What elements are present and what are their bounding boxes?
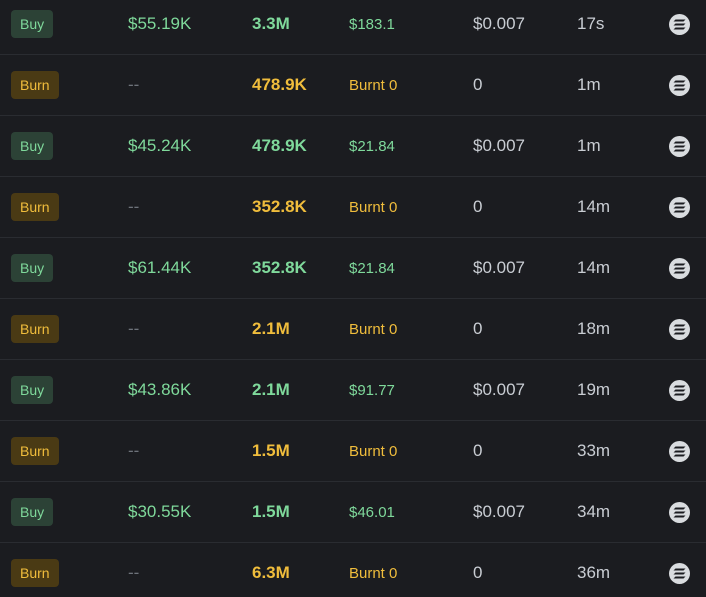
table-row[interactable]: Buy $45.24K 478.9K $21.84 $0.007 1m	[0, 116, 706, 177]
age: 1m	[577, 136, 601, 155]
trade-type-badge: Buy	[11, 10, 54, 38]
sol-value: $46.01	[349, 503, 395, 521]
trade-type-badge: Burn	[11, 71, 59, 99]
age: 14m	[577, 197, 611, 216]
table-row[interactable]: Burn -- 1.5M Burnt 0 0 33m	[0, 421, 706, 482]
trades-table: Buy $55.19K 3.3M $183.1 $0.007 17s Burn …	[0, 0, 706, 597]
sol-value: Burnt 0	[349, 320, 398, 338]
usd-value: $61.44K	[128, 258, 192, 277]
sol-value: $21.84	[349, 137, 395, 155]
solana-icon[interactable]	[669, 318, 690, 340]
table-row[interactable]: Buy $43.86K 2.1M $91.77 $0.007 19m	[0, 360, 706, 421]
age: 1m	[577, 75, 601, 94]
age: 36m	[577, 563, 611, 582]
usd-value: $30.55K	[128, 502, 192, 521]
sol-value: $21.84	[349, 259, 395, 277]
usd-value: --	[128, 319, 140, 338]
trade-type-badge: Burn	[11, 559, 59, 587]
token-amount: 1.5M	[252, 502, 290, 521]
trade-type-badge: Burn	[11, 437, 59, 465]
table-row[interactable]: Buy $30.55K 1.5M $46.01 $0.007 34m	[0, 482, 706, 543]
token-amount: 1.5M	[252, 441, 290, 460]
solana-icon[interactable]	[669, 135, 690, 157]
table-row[interactable]: Buy $55.19K 3.3M $183.1 $0.007 17s	[0, 0, 706, 55]
token-amount: 352.8K	[252, 258, 307, 277]
sol-value: Burnt 0	[349, 198, 398, 216]
price: $0.007	[473, 258, 525, 277]
age: 19m	[577, 380, 611, 399]
token-amount: 352.8K	[252, 197, 307, 216]
trade-type-badge: Burn	[11, 193, 59, 221]
age: 18m	[577, 319, 611, 338]
sol-value: Burnt 0	[349, 564, 398, 582]
solana-icon[interactable]	[669, 440, 690, 462]
token-amount: 2.1M	[252, 380, 290, 399]
table-row[interactable]: Burn -- 478.9K Burnt 0 0 1m	[0, 55, 706, 116]
solana-icon[interactable]	[669, 501, 690, 523]
solana-icon[interactable]	[669, 257, 690, 279]
token-amount: 478.9K	[252, 136, 307, 155]
age: 34m	[577, 502, 611, 521]
usd-value: --	[128, 197, 140, 216]
sol-value: $91.77	[349, 381, 395, 399]
trade-type-badge: Buy	[11, 132, 54, 160]
table-row[interactable]: Burn -- 6.3M Burnt 0 0 36m	[0, 543, 706, 597]
table-row[interactable]: Buy $61.44K 352.8K $21.84 $0.007 14m	[0, 238, 706, 299]
usd-value: $45.24K	[128, 136, 192, 155]
price: $0.007	[473, 380, 525, 399]
usd-value: --	[128, 75, 140, 94]
price: 0	[473, 441, 483, 460]
age: 17s	[577, 14, 605, 33]
trade-type-badge: Burn	[11, 315, 59, 343]
table-row[interactable]: Burn -- 352.8K Burnt 0 0 14m	[0, 177, 706, 238]
solana-icon[interactable]	[669, 196, 690, 218]
table-row[interactable]: Burn -- 2.1M Burnt 0 0 18m	[0, 299, 706, 360]
trade-type-badge: Buy	[11, 498, 54, 526]
usd-value: $43.86K	[128, 380, 192, 399]
price: $0.007	[473, 502, 525, 521]
token-amount: 3.3M	[252, 14, 290, 33]
token-amount: 2.1M	[252, 319, 290, 338]
token-amount: 6.3M	[252, 563, 290, 582]
usd-value: --	[128, 563, 140, 582]
price: 0	[473, 563, 483, 582]
price: 0	[473, 75, 483, 94]
solana-icon[interactable]	[669, 13, 690, 35]
solana-icon[interactable]	[669, 562, 690, 584]
price: $0.007	[473, 14, 525, 33]
token-amount: 478.9K	[252, 75, 307, 94]
solana-icon[interactable]	[669, 74, 690, 96]
price: 0	[473, 319, 483, 338]
sol-value: Burnt 0	[349, 442, 398, 460]
usd-value: $55.19K	[128, 14, 192, 33]
price: $0.007	[473, 136, 525, 155]
age: 14m	[577, 258, 611, 277]
usd-value: --	[128, 441, 140, 460]
solana-icon[interactable]	[669, 379, 690, 401]
price: 0	[473, 197, 483, 216]
sol-value: $183.1	[349, 15, 395, 33]
age: 33m	[577, 441, 611, 460]
trade-type-badge: Buy	[11, 376, 54, 404]
sol-value: Burnt 0	[349, 76, 398, 94]
trade-type-badge: Buy	[11, 254, 54, 282]
